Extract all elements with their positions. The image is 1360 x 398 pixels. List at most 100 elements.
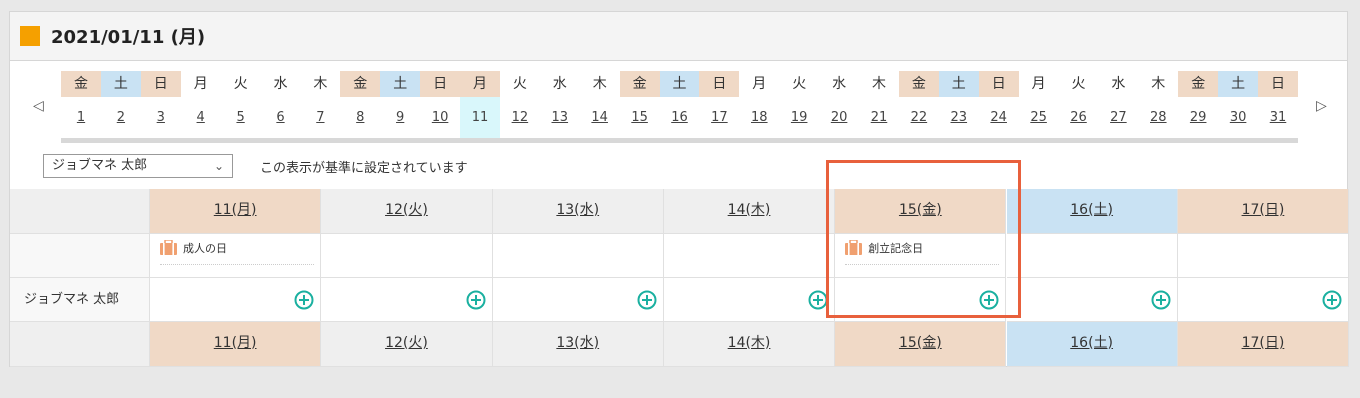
date-cell-8[interactable]: 金8 [340, 71, 381, 143]
day-link[interactable]: 13(水) [556, 202, 599, 218]
date-cell-11[interactable]: 月 11 [460, 71, 500, 143]
day-link[interactable]: 12(火) [385, 335, 428, 351]
day-link[interactable]: 11(月) [214, 202, 257, 218]
date-link[interactable]: 24 [979, 97, 1019, 138]
add-circle-icon[interactable] [637, 290, 657, 314]
date-cell-6[interactable]: 水6 [260, 71, 301, 143]
date-cell-4[interactable]: 月4 [180, 71, 221, 143]
date-link[interactable]: 12 [500, 97, 540, 138]
date-cell-14[interactable]: 木 14 [579, 71, 620, 143]
date-link[interactable]: 25 [1019, 97, 1059, 138]
date-link[interactable]: 19 [779, 97, 819, 138]
date-link[interactable]: 28 [1138, 97, 1178, 138]
prev-month-icon[interactable]: ◁ [33, 98, 44, 114]
date-cell-29[interactable]: 金 29 [1178, 71, 1219, 143]
holiday-entry[interactable]: 成人の日 [160, 239, 315, 265]
add-circle-icon[interactable] [1322, 290, 1342, 314]
date-cell-22[interactable]: 金 22 [898, 71, 939, 143]
date-link[interactable]: 11 [460, 97, 500, 138]
date-cell-3[interactable]: 日3 [140, 71, 181, 143]
user-select-value: ジョブマネ 太郎 [52, 158, 148, 173]
date-cell-24[interactable]: 日 24 [978, 71, 1019, 143]
date-link[interactable]: 5 [221, 97, 261, 138]
date-cell-30[interactable]: 土 30 [1218, 71, 1259, 143]
day-link[interactable]: 13(水) [556, 335, 599, 351]
weekday-label: 土 [100, 71, 141, 97]
date-link[interactable]: 8 [340, 97, 380, 138]
day-link[interactable]: 15(金) [899, 335, 942, 351]
scroll-track [739, 138, 780, 143]
date-link[interactable]: 1 [61, 97, 101, 138]
date-cell-1[interactable]: 金1 [61, 71, 101, 143]
date-cell-17[interactable]: 日 17 [699, 71, 740, 143]
date-cell-26[interactable]: 火 26 [1058, 71, 1099, 143]
user-select[interactable]: ジョブマネ 太郎 ⌄ [43, 154, 233, 178]
day-header-7: 17(日) [1177, 189, 1350, 234]
day-footer-3: 13(水) [492, 322, 664, 367]
date-link[interactable]: 9 [380, 97, 420, 138]
weekday-label: 金 [1178, 71, 1219, 97]
date-link[interactable]: 13 [540, 97, 580, 138]
date-cell-31[interactable]: 日 31 [1258, 71, 1298, 143]
scroll-track [1018, 138, 1059, 143]
date-link[interactable]: 23 [939, 97, 979, 138]
user-row-label: ジョブマネ 太郎 [10, 278, 150, 322]
date-cell-20[interactable]: 水 20 [819, 71, 860, 143]
date-cell-2[interactable]: 土2 [100, 71, 141, 143]
add-circle-icon[interactable] [466, 290, 486, 314]
weekday-label: 木 [1151, 76, 1166, 92]
date-link[interactable]: 2 [101, 97, 141, 138]
date-link[interactable]: 30 [1218, 97, 1258, 138]
date-link[interactable]: 29 [1178, 97, 1218, 138]
date-link[interactable]: 26 [1059, 97, 1099, 138]
date-link[interactable]: 20 [819, 97, 859, 138]
add-circle-icon[interactable] [1151, 290, 1171, 314]
date-cell-18[interactable]: 月 18 [739, 71, 780, 143]
date-link[interactable]: 3 [141, 97, 181, 138]
day-link[interactable]: 16(土) [1070, 202, 1113, 218]
date-cell-25[interactable]: 月 25 [1018, 71, 1059, 143]
date-link[interactable]: 7 [300, 97, 340, 138]
date-cell-12[interactable]: 火 12 [499, 71, 540, 143]
date-cell-21[interactable]: 木 21 [859, 71, 899, 143]
date-cell-27[interactable]: 水 27 [1098, 71, 1139, 143]
add-circle-icon[interactable] [294, 290, 314, 314]
scroll-track [340, 138, 381, 143]
date-link[interactable]: 16 [660, 97, 700, 138]
date-cell-23[interactable]: 土 23 [938, 71, 979, 143]
chevron-down-icon: ⌄ [213, 159, 224, 173]
date-link[interactable]: 17 [699, 97, 739, 138]
scroll-track [460, 138, 500, 143]
date-strip: 金 1 土 2 日 3 月 4 火 5 水 6 木 7 金 8 土 9 日 10 月 11 火 12 水 13 木 14 金 15 土 16 日… [61, 71, 1298, 143]
date-link[interactable]: 14 [580, 97, 620, 138]
day-link[interactable]: 17(日) [1242, 335, 1285, 351]
date-link[interactable]: 4 [181, 97, 221, 138]
date-link[interactable]: 18 [739, 97, 779, 138]
date-cell-13[interactable]: 水 13 [539, 71, 580, 143]
weekday-label: 月 [1031, 76, 1046, 92]
date-link[interactable]: 10 [420, 97, 460, 138]
day-link[interactable]: 16(土) [1070, 335, 1113, 351]
date-link[interactable]: 6 [261, 97, 301, 138]
date-cell-28[interactable]: 木 28 [1138, 71, 1179, 143]
date-link[interactable]: 15 [620, 97, 660, 138]
date-link[interactable]: 22 [899, 97, 939, 138]
date-cell-16[interactable]: 土 16 [659, 71, 700, 143]
next-month-icon[interactable]: ▷ [1316, 98, 1327, 114]
day-link[interactable]: 14(木) [728, 202, 771, 218]
date-cell-7[interactable]: 木7 [300, 71, 341, 143]
date-link[interactable]: 31 [1258, 97, 1298, 138]
user-day-cell [1177, 278, 1350, 322]
day-link[interactable]: 17(日) [1242, 202, 1285, 218]
day-link[interactable]: 12(火) [385, 202, 428, 218]
date-cell-5[interactable]: 火5 [220, 71, 261, 143]
weekday-label: 木 [313, 76, 328, 92]
day-link[interactable]: 14(木) [728, 335, 771, 351]
date-link[interactable]: 27 [1098, 97, 1138, 138]
date-cell-19[interactable]: 火 19 [779, 71, 820, 143]
day-link[interactable]: 11(月) [214, 335, 257, 351]
date-cell-9[interactable]: 土9 [380, 71, 421, 143]
date-link[interactable]: 21 [859, 97, 899, 138]
date-cell-10[interactable]: 日 10 [420, 71, 461, 143]
date-cell-15[interactable]: 金 15 [619, 71, 660, 143]
